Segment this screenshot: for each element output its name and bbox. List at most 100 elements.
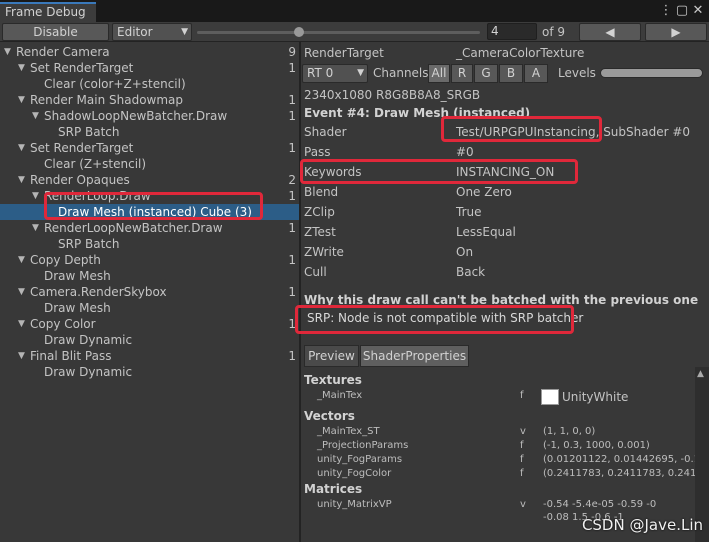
property-key: Blend [304, 185, 339, 199]
matrix-name: unity_MatrixVP [317, 499, 392, 510]
levels-label: Levels [558, 66, 596, 80]
tree-row-count: 1 [288, 109, 296, 123]
fold-arrow-icon[interactable]: ▼ [18, 140, 25, 156]
source-dropdown-label: Editor [117, 25, 153, 39]
tree-row-label: Final Blit Pass [30, 349, 112, 363]
tree-row[interactable]: SRP Batch [0, 124, 299, 140]
fold-arrow-icon[interactable]: ▼ [32, 220, 39, 236]
fold-arrow-icon[interactable]: ▼ [18, 92, 25, 108]
vector-value: (0.2411783, 0.2411783, 0.24117 [543, 468, 709, 479]
tree-row-count: 1 [288, 221, 296, 235]
channel-g-button[interactable]: G [474, 64, 498, 83]
fold-arrow-icon[interactable]: ▼ [18, 172, 25, 188]
dropdown-arrow-icon: ▼ [181, 27, 188, 37]
tree-row-label: Camera.RenderSkybox [30, 285, 167, 299]
vector-stage: f [520, 440, 524, 451]
tree-row-count: 1 [288, 93, 296, 107]
next-event-button[interactable]: ▶ [645, 23, 707, 41]
tree-row-label: Draw Dynamic [44, 365, 133, 379]
fold-arrow-icon[interactable]: ▼ [18, 284, 25, 300]
levels-range-slider[interactable] [600, 68, 703, 78]
property-value: True [456, 205, 482, 219]
tree-row[interactable]: Clear (color+Z+stencil) [0, 76, 299, 92]
tree-row[interactable]: ▼ Set RenderTarget 1 [0, 140, 299, 156]
channel-a-button[interactable]: A [524, 64, 548, 83]
fold-arrow-icon[interactable]: ▼ [32, 188, 39, 204]
rt-dropdown[interactable]: RT 0 ▼ [302, 64, 368, 83]
tab-frame-debug[interactable]: Frame Debug [0, 2, 96, 22]
event-tree: ▼ Render Camera 9 ▼ Set RenderTarget 1 Clear (… [0, 42, 299, 542]
tree-row[interactable]: Draw Mesh [0, 268, 299, 284]
tab-shader-properties[interactable]: ShaderProperties [360, 345, 469, 367]
tree-row-label: RenderLoopNewBatcher.Draw [44, 221, 223, 235]
previous-event-button[interactable]: ◀ [579, 23, 641, 41]
channel-b-button[interactable]: B [499, 64, 523, 83]
property-value: LessEqual [456, 225, 516, 239]
tree-row-count: 1 [288, 285, 296, 299]
frame-slider[interactable] [197, 31, 480, 34]
tree-row[interactable]: ▼ Render Main Shadowmap 1 [0, 92, 299, 108]
fold-arrow-icon[interactable]: ▼ [18, 348, 25, 364]
fold-arrow-icon[interactable]: ▼ [18, 60, 25, 76]
vector-name: _MainTex_ST [317, 426, 380, 437]
tree-row[interactable]: ▼ Final Blit Pass 1 [0, 348, 299, 364]
tree-row[interactable]: ▼ Render Opaques 2 [0, 172, 299, 188]
property-key: ZClip [304, 205, 335, 219]
tree-row[interactable]: Draw Dynamic [0, 332, 299, 348]
vectors-header: Vectors [304, 409, 355, 423]
tree-row[interactable]: ▼ Copy Color 1 [0, 316, 299, 332]
frame-number-input[interactable]: 4 [487, 23, 537, 40]
tree-row-count: 1 [288, 141, 296, 155]
texture-thumbnail[interactable] [541, 389, 559, 405]
maximize-icon[interactable]: ▢ [674, 2, 690, 19]
close-icon[interactable]: ✕ [690, 2, 706, 19]
tree-row[interactable]: SRP Batch [0, 236, 299, 252]
watermark: CSDN @Jave.Lin [581, 516, 703, 534]
tree-row[interactable]: ▼ Camera.RenderSkybox 1 [0, 284, 299, 300]
render-target-label: RenderTarget [304, 46, 384, 60]
tree-row[interactable]: Draw Dynamic [0, 364, 299, 380]
frame-slider-handle[interactable] [293, 27, 304, 37]
tree-row[interactable]: ▼ ShadowLoopNewBatcher.Draw 1 [0, 108, 299, 124]
fold-arrow-icon[interactable]: ▼ [32, 108, 39, 124]
tree-row[interactable]: Clear (Z+stencil) [0, 156, 299, 172]
tree-row-label: Copy Depth [30, 253, 101, 267]
tree-row[interactable]: ▼ Copy Depth 1 [0, 252, 299, 268]
property-value: Back [456, 265, 486, 279]
tree-row-label: Draw Mesh [44, 301, 111, 315]
vector-name: _ProjectionParams [317, 440, 409, 451]
tree-row[interactable]: Draw Mesh [0, 300, 299, 316]
channel-all-button[interactable]: All [428, 64, 450, 83]
more-options-icon[interactable]: ⋮ [658, 2, 674, 19]
vector-value: (1, 1, 0, 0) [543, 426, 596, 437]
texture-value: UnityWhite [562, 390, 629, 404]
vector-stage: f [520, 468, 524, 479]
tree-row[interactable]: ▼ Set RenderTarget 1 [0, 60, 299, 76]
tree-row-label: Clear (color+Z+stencil) [44, 77, 186, 91]
scroll-up-icon[interactable]: ▲ [697, 369, 704, 379]
tree-row[interactable]: ▼ RenderLoopNewBatcher.Draw 1 [0, 220, 299, 236]
highlight-batch-reason [295, 305, 574, 334]
tree-row-label: Render Camera [16, 45, 110, 59]
fold-arrow-icon[interactable]: ▼ [4, 44, 11, 60]
channels-label: Channels [373, 66, 429, 80]
tree-row-count: 1 [288, 189, 296, 203]
tab-preview[interactable]: Preview [304, 345, 359, 367]
highlight-selected-event [44, 192, 263, 220]
property-key: ZWrite [304, 245, 344, 259]
matrices-header: Matrices [304, 482, 363, 496]
property-value: #0 [456, 145, 474, 159]
chevron-right-icon: ▶ [671, 25, 681, 39]
channel-r-button[interactable]: R [451, 64, 473, 83]
vector-stage: v [520, 426, 526, 437]
fold-arrow-icon[interactable]: ▼ [18, 252, 25, 268]
vector-name: unity_FogColor [317, 468, 392, 479]
fold-arrow-icon[interactable]: ▼ [18, 316, 25, 332]
source-dropdown[interactable]: Editor ▼ [112, 23, 192, 41]
title-bar [0, 0, 709, 22]
matrix-row-0: -0.54 -5.4e-05 -0.59 -0 [543, 499, 657, 510]
tree-row[interactable]: ▼ Render Camera 9 [0, 44, 299, 60]
tree-row-label: Set RenderTarget [30, 61, 134, 75]
disable-button[interactable]: Disable [2, 23, 109, 41]
tree-row-label: Draw Mesh [44, 269, 111, 283]
